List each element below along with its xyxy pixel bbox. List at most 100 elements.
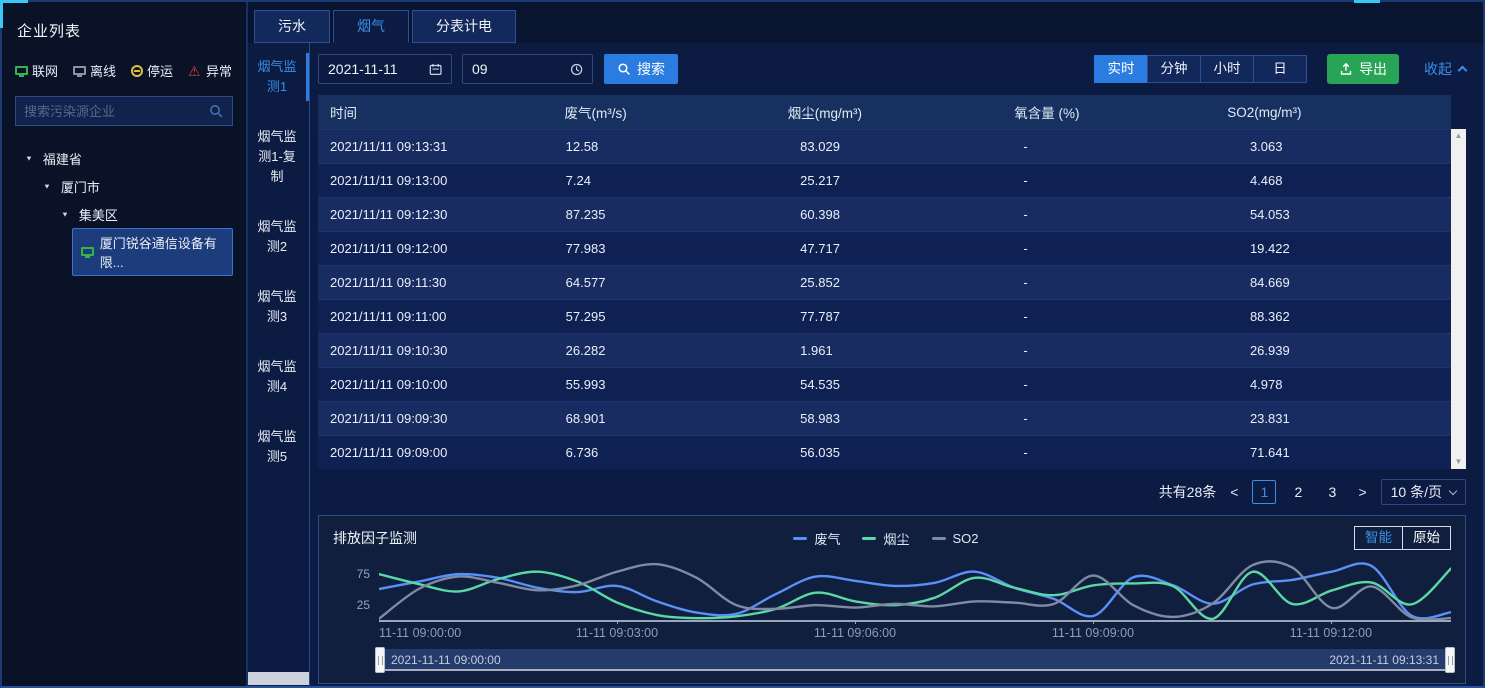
hour-input[interactable] xyxy=(472,61,570,77)
caret-down-icon[interactable]: ▼ xyxy=(25,154,33,162)
chart-mode-button[interactable]: 智能 xyxy=(1354,526,1403,550)
table-row: 2021/11/11 09:10:00 55.993 54.535 - 4.97… xyxy=(318,367,1451,401)
cell-time: 2021/11/11 09:11:30 xyxy=(318,275,554,290)
table-row: 2021/11/11 09:11:30 64.577 25.852 - 84.6… xyxy=(318,265,1451,299)
monitor-point-item[interactable]: 烟气监测1-复制 xyxy=(248,123,309,191)
clock-icon[interactable] xyxy=(570,62,583,77)
status-icon xyxy=(15,66,28,75)
table-row: 2021/11/11 09:09:00 6.736 56.035 - 71.64… xyxy=(318,435,1451,469)
legend-series-label: 废气 xyxy=(814,529,840,548)
date-input[interactable] xyxy=(328,61,429,77)
enterprise-list-panel: 企业列表 联网 离线 停运 xyxy=(2,2,248,686)
collapse-toggle[interactable]: 收起 xyxy=(1424,59,1466,79)
caret-down-icon[interactable]: ▼ xyxy=(61,210,69,218)
table-scrollbar[interactable]: ▲ ▼ xyxy=(1451,129,1466,469)
monitor-point-label: 烟气监测1 xyxy=(257,59,296,94)
cell-smoke-dust: 77.787 xyxy=(788,309,1011,324)
monitor-point-item[interactable]: 烟气监测2 xyxy=(248,213,309,261)
cell-waste-gas: 6.736 xyxy=(554,445,789,460)
cell-smoke-dust: 60.398 xyxy=(788,207,1011,222)
search-icon xyxy=(617,62,631,76)
chart-mode-button[interactable]: 原始 xyxy=(1402,526,1451,550)
table-header-cell: 时间 xyxy=(318,102,553,122)
chevron-down-icon xyxy=(1449,486,1457,494)
cell-so2: 54.053 xyxy=(1238,207,1451,222)
monitor-point-item[interactable]: 烟气监测4 xyxy=(248,353,309,401)
datazoom-slider[interactable]: 2021-11-11 09:00:00 2021-11-11 09:13:31 xyxy=(379,649,1451,671)
monitor-point-item[interactable]: 烟气监测5 xyxy=(248,423,309,471)
tree-node-chip[interactable]: 厦门市 xyxy=(58,173,103,200)
page-size-select[interactable]: 10 条/页 xyxy=(1381,479,1466,505)
horizontal-scrollbar[interactable] xyxy=(248,672,309,685)
export-button-label: 导出 xyxy=(1359,59,1387,79)
granularity-button[interactable]: 日 xyxy=(1253,55,1307,83)
table-row: 2021/11/11 09:10:30 26.282 1.961 - 26.93… xyxy=(318,333,1451,367)
cell-smoke-dust: 83.029 xyxy=(788,139,1011,154)
search-button[interactable]: 搜索 xyxy=(604,54,678,84)
tab-label: 污水 xyxy=(278,18,306,34)
chart-legend-item[interactable]: 废气 xyxy=(793,529,840,548)
tree-node-chip[interactable]: 集美区 xyxy=(76,201,121,228)
page-number[interactable]: 1 xyxy=(1252,480,1276,504)
page-number[interactable]: 3 xyxy=(1320,480,1344,504)
granularity-switch: 实时 分钟 小时 日 xyxy=(1095,55,1307,83)
tree-node[interactable]: ▼ 厦门锐谷通信设备有限... xyxy=(15,228,233,276)
cell-time: 2021/11/11 09:09:30 xyxy=(318,411,554,426)
search-input[interactable] xyxy=(24,104,208,119)
cell-waste-gas: 57.295 xyxy=(554,309,789,324)
enterprise-tree: ▼ 福建省 ▼ 厦门市 ▼ xyxy=(15,144,233,276)
caret-down-icon[interactable]: ▼ xyxy=(43,182,51,190)
tree-node[interactable]: ▼ 厦门市 xyxy=(15,172,233,200)
monitor-point-label: 烟气监测4 xyxy=(257,359,296,394)
tree-node[interactable]: ▼ 集美区 xyxy=(15,200,233,228)
hour-picker[interactable] xyxy=(462,54,593,84)
monitor-point-item[interactable]: 烟气监测1 xyxy=(248,53,309,101)
search-icon[interactable] xyxy=(208,103,224,119)
module-tab[interactable]: 烟气 xyxy=(333,10,409,43)
search-button-label: 搜索 xyxy=(637,59,665,79)
main-area: 污水 烟气 分表计电 烟气监测1 xyxy=(248,2,1483,686)
cell-oxygen: - xyxy=(1011,445,1238,460)
prev-page-icon[interactable]: < xyxy=(1228,484,1240,500)
monitor-point-label: 烟气监测2 xyxy=(257,219,296,254)
cell-oxygen: - xyxy=(1011,411,1238,426)
pagination: 共有28条 < 1 2 xyxy=(318,480,1466,504)
module-tab[interactable]: 分表计电 xyxy=(412,10,516,43)
export-button[interactable]: 导出 xyxy=(1327,54,1399,84)
scroll-up-icon[interactable]: ▲ xyxy=(1455,129,1463,143)
slider-handle-left[interactable] xyxy=(375,647,385,673)
legend-line-swatch xyxy=(793,537,807,540)
granularity-button[interactable]: 小时 xyxy=(1200,55,1254,83)
page-number[interactable]: 2 xyxy=(1286,480,1310,504)
granularity-button[interactable]: 分钟 xyxy=(1147,55,1201,83)
cell-waste-gas: 26.282 xyxy=(554,343,789,358)
cell-time: 2021/11/11 09:13:00 xyxy=(318,173,554,188)
chart-mode-switch: 智能 原始 xyxy=(1355,526,1451,550)
cell-waste-gas: 12.58 xyxy=(554,139,789,154)
tree-node-chip[interactable]: 福建省 xyxy=(40,145,85,172)
granularity-button[interactable]: 实时 xyxy=(1094,55,1148,83)
status-label: 异常 xyxy=(206,61,232,80)
table-body: 2021/11/11 09:13:31 12.58 83.029 - 3.063… xyxy=(318,129,1451,469)
monitor-point-item[interactable]: 烟气监测3 xyxy=(248,283,309,331)
scroll-down-icon[interactable]: ▼ xyxy=(1455,455,1463,469)
calendar-icon[interactable] xyxy=(429,62,442,77)
cell-oxygen: - xyxy=(1011,139,1238,154)
monitor-point-label: 烟气监测3 xyxy=(257,289,296,324)
slider-handle-right[interactable] xyxy=(1445,647,1455,673)
cell-smoke-dust: 58.983 xyxy=(788,411,1011,426)
tree-node-chip[interactable]: 厦门锐谷通信设备有限... xyxy=(72,228,233,276)
cell-so2: 3.063 xyxy=(1238,139,1451,154)
table-row: 2021/11/11 09:13:31 12.58 83.029 - 3.063 xyxy=(318,129,1451,163)
date-picker[interactable] xyxy=(318,54,452,84)
chart-legend-item[interactable]: 烟尘 xyxy=(862,529,909,548)
chart-legend-item[interactable]: SO2 xyxy=(932,531,979,546)
table-row: 2021/11/11 09:11:00 57.295 77.787 - 88.3… xyxy=(318,299,1451,333)
module-tab[interactable]: 污水 xyxy=(254,10,330,43)
tree-node[interactable]: ▼ 福建省 xyxy=(15,144,233,172)
emission-factor-chart-panel: 排放因子监测 废气 烟尘 xyxy=(318,515,1466,684)
enterprise-search[interactable] xyxy=(15,96,233,126)
next-page-icon[interactable]: > xyxy=(1356,484,1368,500)
x-axis-tickmark xyxy=(855,620,856,624)
cell-waste-gas: 68.901 xyxy=(554,411,789,426)
